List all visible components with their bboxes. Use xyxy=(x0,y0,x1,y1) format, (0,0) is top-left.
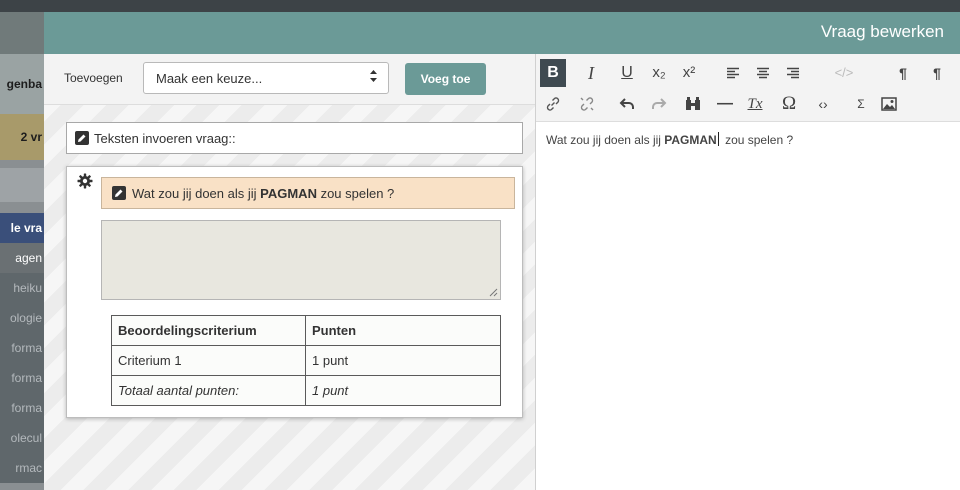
app-nav-item-label: forma xyxy=(11,371,42,385)
text-input-label: Teksten invoeren vraag:: xyxy=(94,131,236,146)
answer-textarea[interactable] xyxy=(101,220,501,300)
special-character-button[interactable]: Ω xyxy=(776,90,802,118)
rich-text-editor: B I U x₂ x² </> ¶ ¶ — Tx Ω ‹› Σ Wat zou … xyxy=(535,54,960,490)
table-cell: Criterium 1 xyxy=(111,345,306,376)
app-nav-item-label: forma xyxy=(11,341,42,355)
question-card: Wat zou jij doen als jij PAGMAN zou spel… xyxy=(66,166,523,418)
app-sidebar-cell-text: genba xyxy=(6,77,42,91)
question-text: Wat zou jij doen als jij PAGMAN zou spel… xyxy=(132,186,394,201)
app-nav-item[interactable]: le vra xyxy=(0,213,44,243)
app-top-bar xyxy=(0,0,960,12)
horizontal-rule-button[interactable]: — xyxy=(712,90,738,118)
criteria-table: Beoordelingscriterium Punten Criterium 1… xyxy=(111,315,501,406)
subscript-button[interactable]: x₂ xyxy=(646,59,672,87)
editor-text-bold: PAGMAN xyxy=(664,133,717,147)
code-dropdown-button[interactable]: </> xyxy=(826,59,862,87)
table-cell: Totaal aantal punten: xyxy=(111,375,306,406)
table-cell: 1 punt xyxy=(305,375,501,406)
table-row: Criterium 1 1 punt xyxy=(111,345,501,376)
link-icon[interactable] xyxy=(540,90,566,118)
app-sidebar-cell: genba xyxy=(0,54,44,114)
math-formula-button[interactable]: Σ xyxy=(848,90,874,118)
source-code-button[interactable]: ‹› xyxy=(810,90,836,118)
align-left-icon[interactable] xyxy=(720,59,746,87)
question-text-suffix: zou spelen ? xyxy=(316,186,395,201)
paragraph-rtl-button[interactable]: ¶ xyxy=(924,59,950,87)
app-nav-item-label: forma xyxy=(11,401,42,415)
add-button[interactable]: Voeg toe xyxy=(405,63,486,95)
app-nav-item-label: olecul xyxy=(10,431,42,445)
app-nav-item[interactable]: forma xyxy=(0,393,44,423)
app-sidebar-header xyxy=(0,12,44,54)
question-text-bold: PAGMAN xyxy=(260,186,317,201)
app-nav-item[interactable]: olecul xyxy=(0,423,44,453)
app-nav-item-label: ologie xyxy=(9,311,42,325)
unlink-icon[interactable] xyxy=(574,90,600,118)
app-nav-item-label: le vra xyxy=(10,221,42,235)
question-title-block[interactable]: Wat zou jij doen als jij PAGMAN zou spel… xyxy=(101,177,515,209)
edit-pencil-icon[interactable] xyxy=(112,186,126,200)
add-toolbar: Toevoegen Maak een keuze... Voeg toe xyxy=(44,54,535,105)
add-label: Toevoegen xyxy=(64,71,123,85)
text-input-block[interactable]: Teksten invoeren vraag:: xyxy=(66,122,523,154)
modal-title: Vraag bewerken xyxy=(820,22,944,41)
question-text-prefix: Wat zou jij doen als jij xyxy=(132,186,261,201)
editor-text-prefix: Wat zou jij doen als jij xyxy=(546,133,665,147)
select-arrows-icon xyxy=(369,69,378,86)
superscript-button[interactable]: x² xyxy=(676,59,702,87)
editor-toolbar: B I U x₂ x² </> ¶ ¶ — Tx Ω ‹› Σ xyxy=(536,54,960,122)
bold-button[interactable]: B xyxy=(540,59,566,87)
app-nav-item[interactable]: heiku xyxy=(0,273,44,303)
undo-icon[interactable] xyxy=(614,90,640,118)
app-nav-item-label: heiku xyxy=(13,281,42,295)
question-type-select[interactable]: Maak een keuze... xyxy=(143,62,389,94)
underline-button[interactable]: U xyxy=(614,59,640,87)
app-nav-item[interactable]: forma xyxy=(0,333,44,363)
table-header-criterion: Beoordelingscriterium xyxy=(111,315,306,346)
edit-pencil-icon[interactable] xyxy=(75,131,89,145)
app-sidebar-cell-text: 2 vr xyxy=(20,130,42,144)
app-sidebar-cell: 2 vr xyxy=(0,114,44,160)
align-center-icon[interactable] xyxy=(750,59,776,87)
table-cell: 1 punt xyxy=(305,345,501,376)
paragraph-ltr-button[interactable]: ¶ xyxy=(890,59,916,87)
editor-text-suffix: zou spelen ? xyxy=(721,133,794,147)
text-caret xyxy=(717,132,719,146)
app-nav-item-label: agen xyxy=(15,251,42,265)
resize-handle-icon[interactable] xyxy=(488,287,498,297)
editor-content[interactable]: Wat zou jij doen als jij PAGMAN zou spel… xyxy=(546,132,793,147)
remove-format-button[interactable]: Tx xyxy=(742,90,768,118)
app-nav-item[interactable]: forma xyxy=(0,363,44,393)
app-nav-item[interactable]: ologie xyxy=(0,303,44,333)
gear-icon[interactable] xyxy=(77,173,93,189)
redo-icon[interactable] xyxy=(646,90,672,118)
image-icon[interactable] xyxy=(876,90,902,118)
edit-question-modal: Vraag bewerken Toevoegen Maak een keuze.… xyxy=(44,12,960,490)
app-nav-item[interactable]: rmac xyxy=(0,453,44,483)
app-nav-item-label: rmac xyxy=(15,461,42,475)
question-type-select-value: Maak een keuze... xyxy=(156,71,263,86)
question-builder-pane: Toevoegen Maak een keuze... Voeg toe Tek… xyxy=(44,54,535,490)
app-nav-item[interactable]: agen xyxy=(0,243,44,273)
table-header-row: Beoordelingscriterium Punten xyxy=(111,315,501,346)
table-header-points: Punten xyxy=(305,315,501,346)
table-row-total: Totaal aantal punten: 1 punt xyxy=(111,375,501,406)
modal-header: Vraag bewerken xyxy=(44,12,960,54)
app-sidebar-cell xyxy=(0,168,44,202)
find-icon[interactable] xyxy=(680,90,706,118)
align-right-icon[interactable] xyxy=(780,59,806,87)
italic-button[interactable]: I xyxy=(578,59,604,87)
